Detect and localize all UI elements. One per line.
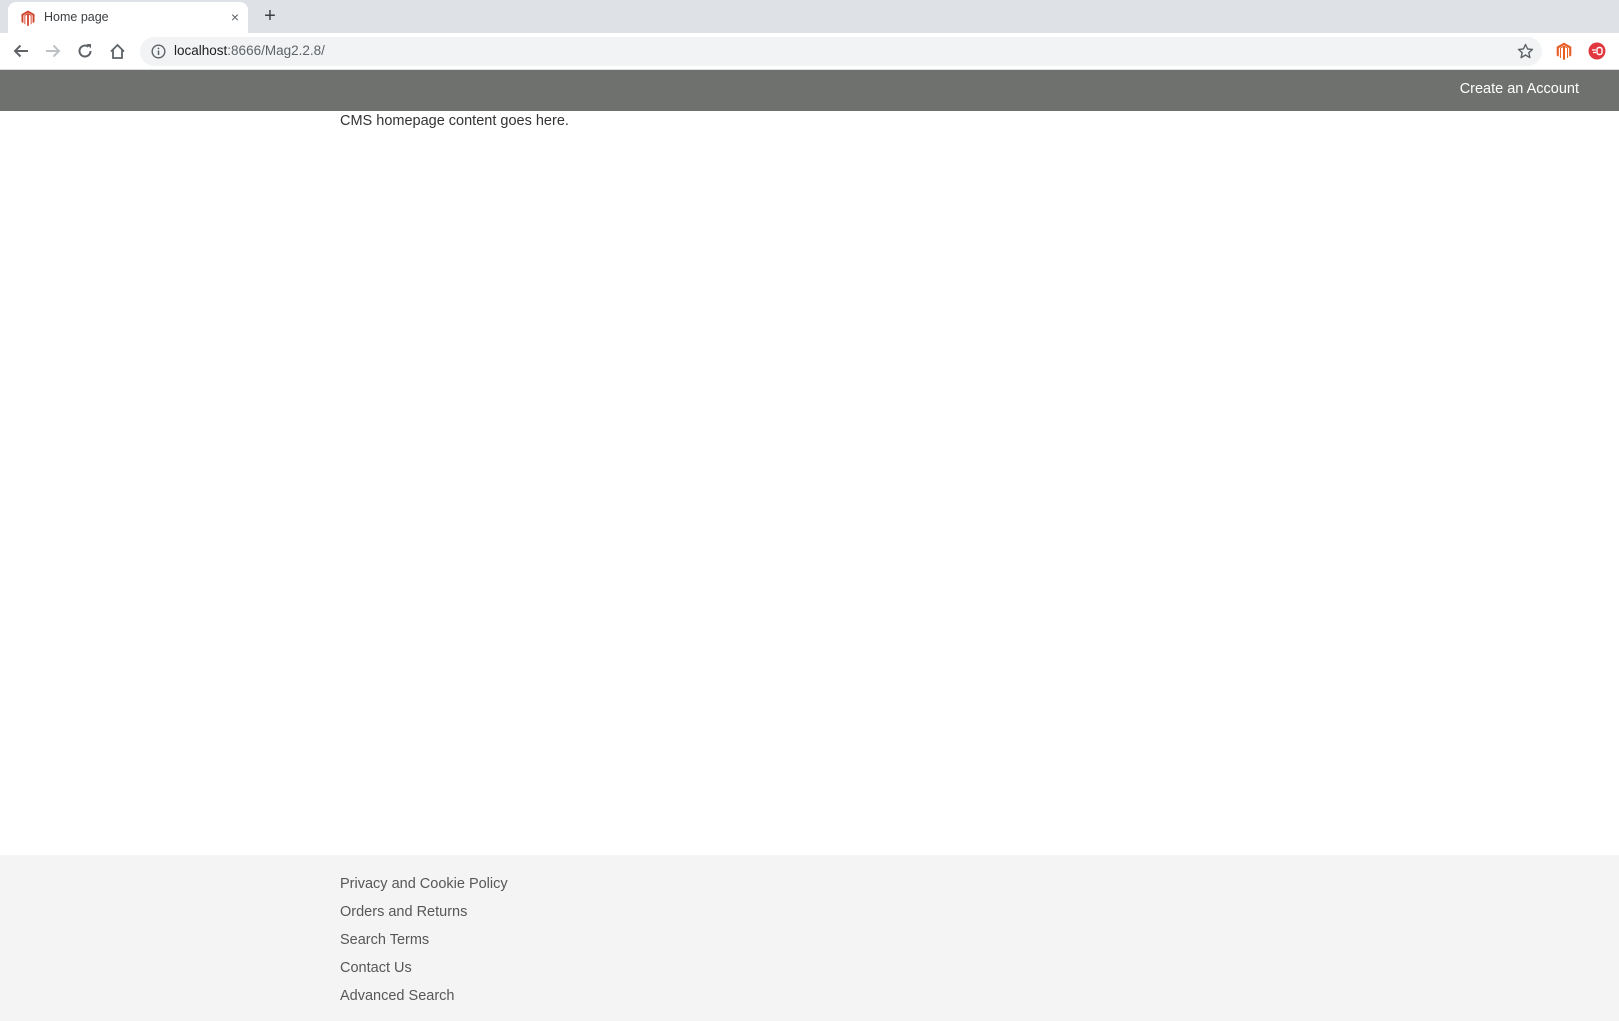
- tab-close-button[interactable]: ×: [226, 8, 244, 26]
- home-icon: [109, 43, 125, 59]
- page-header: Create an Account: [0, 70, 1619, 111]
- new-tab-button[interactable]: +: [260, 6, 280, 26]
- info-icon[interactable]: [151, 44, 166, 59]
- magento-icon: [21, 10, 35, 26]
- footer-link-contact-us[interactable]: Contact Us: [340, 960, 412, 976]
- red-circle-extension-icon[interactable]: [1588, 42, 1606, 60]
- url-path: :8666/Mag2.2.8/: [227, 43, 325, 58]
- browser-toolbar: localhost:8666/Mag2.2.8/: [0, 33, 1619, 70]
- back-arrow-icon: [13, 44, 28, 58]
- home-button[interactable]: [104, 38, 130, 64]
- bookmark-star-icon[interactable]: [1517, 43, 1534, 60]
- browser-tab-strip: Home page × +: [0, 0, 1619, 33]
- forward-button[interactable]: [40, 38, 66, 64]
- url-host: localhost: [174, 43, 228, 58]
- back-button[interactable]: [8, 38, 34, 64]
- create-account-link[interactable]: Create an Account: [1460, 81, 1579, 97]
- magento-extension-icon[interactable]: [1555, 42, 1573, 60]
- browser-tab-home-page[interactable]: Home page ×: [8, 2, 248, 33]
- address-bar[interactable]: localhost:8666/Mag2.2.8/: [140, 37, 1542, 66]
- cms-content: CMS homepage content goes here.: [340, 113, 569, 129]
- footer-link-privacy[interactable]: Privacy and Cookie Policy: [340, 876, 508, 892]
- footer-link-search-terms[interactable]: Search Terms: [340, 932, 429, 948]
- reload-icon: [78, 44, 92, 58]
- page-footer: Privacy and Cookie Policy Orders and Ret…: [0, 855, 1619, 1021]
- footer-links: Privacy and Cookie Policy Orders and Ret…: [340, 875, 508, 1015]
- footer-link-advanced-search[interactable]: Advanced Search: [340, 988, 454, 1004]
- reload-button[interactable]: [72, 38, 98, 64]
- footer-link-orders-returns[interactable]: Orders and Returns: [340, 904, 467, 920]
- forward-arrow-icon: [46, 44, 61, 58]
- tab-title: Home page: [44, 10, 109, 24]
- address-url[interactable]: localhost:8666/Mag2.2.8/: [174, 43, 325, 58]
